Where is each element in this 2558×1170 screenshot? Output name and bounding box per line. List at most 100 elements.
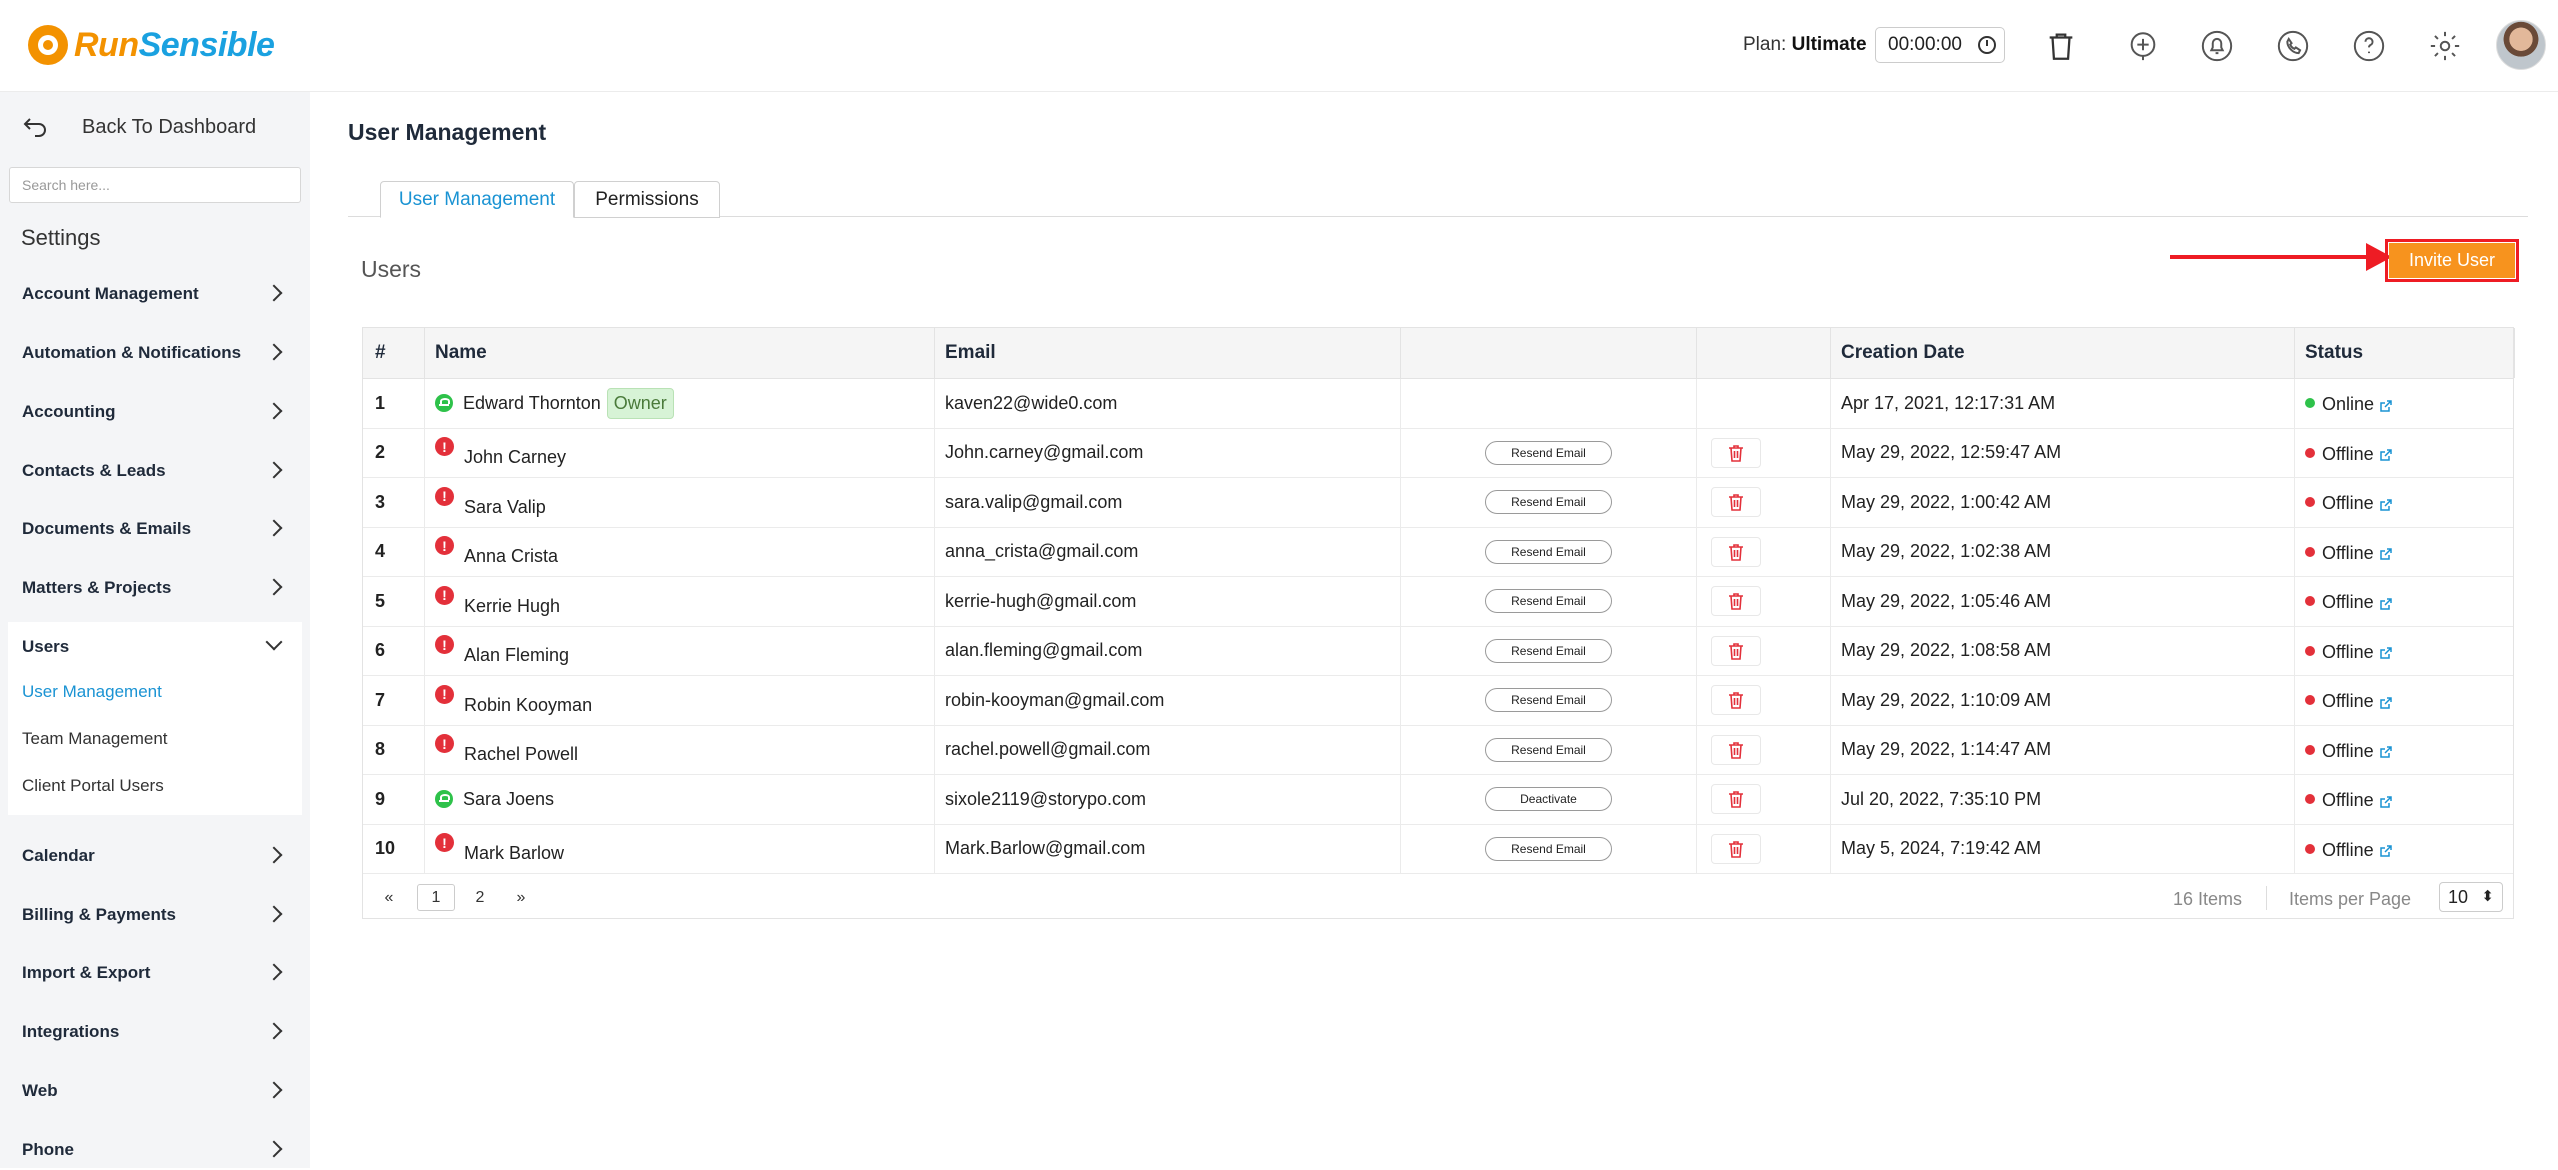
bell-icon[interactable] (2196, 25, 2238, 67)
external-link-icon[interactable] (2379, 547, 2393, 561)
delete-user-button[interactable] (1711, 784, 1761, 815)
sidebar-item-account-management[interactable]: Account Management (0, 274, 310, 314)
user-name[interactable]: Anna Crista (464, 546, 558, 567)
delete-user-button[interactable] (1711, 487, 1761, 518)
tab-permissions[interactable]: Permissions (574, 181, 720, 218)
external-link-icon[interactable] (2379, 399, 2393, 413)
status-cell: Online (2295, 379, 2515, 428)
add-task-icon[interactable] (2122, 25, 2164, 67)
status-cell: Offline (2295, 577, 2515, 626)
column-header-email[interactable]: Email (935, 328, 1401, 378)
user-name-cell: ! Alan Fleming (425, 626, 935, 675)
user-name[interactable]: Sara Joens (463, 789, 554, 810)
external-link-icon[interactable] (2379, 696, 2393, 710)
user-email: rachel.powell@gmail.com (935, 725, 1401, 774)
user-name[interactable]: Edward Thornton (463, 393, 601, 414)
resend-email-button[interactable]: Resend Email (1485, 490, 1612, 515)
chevron-right-icon (265, 519, 283, 537)
sidebar-item-label: Billing & Payments (22, 905, 176, 924)
column-header-number[interactable]: # (363, 328, 425, 378)
delete-cell (1697, 775, 1831, 824)
external-link-icon[interactable] (2379, 498, 2393, 512)
external-link-icon[interactable] (2379, 597, 2393, 611)
runsensible-logo[interactable]: RunSensible (28, 22, 275, 68)
sidebar-item-users[interactable]: Users (0, 627, 310, 667)
external-link-icon[interactable] (2379, 844, 2393, 858)
resend-email-button[interactable]: Resend Email (1485, 539, 1612, 564)
trash-icon[interactable] (2040, 25, 2082, 67)
user-name[interactable]: Mark Barlow (464, 843, 564, 864)
resend-email-button[interactable]: Resend Email (1485, 589, 1612, 614)
sidebar-item-automation[interactable]: Automation & Notifications (0, 333, 310, 373)
sidebar-item-calendar[interactable]: Calendar (0, 836, 310, 876)
user-name[interactable]: Kerrie Hugh (464, 596, 560, 617)
action-cell: Resend Email (1401, 428, 1697, 477)
sidebar-search-input[interactable] (9, 167, 301, 203)
sidebar-item-import-export[interactable]: Import & Export (0, 953, 310, 993)
external-link-icon[interactable] (2379, 646, 2393, 660)
delete-user-button[interactable] (1711, 536, 1761, 567)
back-to-dashboard-link[interactable]: Back To Dashboard (22, 112, 256, 142)
sidebar-item-integrations[interactable]: Integrations (0, 1012, 310, 1052)
external-link-icon[interactable] (2379, 745, 2393, 759)
settings-title: Settings (21, 225, 101, 250)
timer[interactable]: 00:00:00 (1875, 27, 2005, 63)
user-name[interactable]: John Carney (464, 447, 566, 468)
delete-user-button[interactable] (1711, 833, 1761, 864)
delete-user-button[interactable] (1711, 635, 1761, 666)
column-header-status[interactable]: Status (2295, 328, 2515, 378)
user-name[interactable]: Sara Valip (464, 497, 546, 518)
resend-email-button[interactable]: Resend Email (1485, 836, 1612, 861)
delete-cell (1697, 527, 1831, 576)
deactivate-button[interactable]: Deactivate (1485, 787, 1612, 812)
sidebar-item-matters-projects[interactable]: Matters & Projects (0, 568, 310, 608)
delete-user-button[interactable] (1711, 437, 1761, 468)
delete-cell (1697, 676, 1831, 725)
chevron-right-icon (265, 402, 283, 420)
external-link-icon[interactable] (2379, 795, 2393, 809)
stopwatch-icon[interactable] (1978, 36, 1996, 54)
delete-user-button[interactable] (1711, 685, 1761, 716)
help-icon[interactable] (2348, 25, 2390, 67)
items-per-page-select[interactable]: 10 (2439, 882, 2503, 912)
status-cell: Offline (2295, 825, 2515, 874)
column-header-creation-date[interactable]: Creation Date (1831, 328, 2295, 378)
pagination-prev[interactable]: « (377, 884, 401, 911)
resend-email-button[interactable]: Resend Email (1485, 737, 1612, 762)
resend-email-button[interactable]: Resend Email (1485, 688, 1612, 713)
external-link-icon[interactable] (2379, 448, 2393, 462)
user-name-cell: ! Anna Crista (425, 527, 935, 576)
user-name[interactable]: Rachel Powell (464, 744, 578, 765)
row-number: 7 (363, 676, 425, 725)
sidebar-item-billing-payments[interactable]: Billing & Payments (0, 895, 310, 935)
pagination-page-2[interactable]: 2 (465, 884, 495, 911)
invite-user-button[interactable]: Invite User (2389, 243, 2515, 278)
trash-icon (1729, 642, 1743, 660)
unverified-alert-icon: ! (435, 536, 454, 556)
sidebar-subitem-team-management[interactable]: Team Management (22, 729, 168, 749)
phone-icon[interactable] (2272, 25, 2314, 67)
user-name[interactable]: Robin Kooyman (464, 695, 592, 716)
column-header-name[interactable]: Name (425, 328, 935, 378)
sidebar-item-contacts-leads[interactable]: Contacts & Leads (0, 451, 310, 491)
avatar[interactable] (2496, 20, 2546, 70)
action-cell: Resend Email (1401, 676, 1697, 725)
status-text: Offline (2322, 839, 2374, 860)
sidebar-item-accounting[interactable]: Accounting (0, 392, 310, 432)
resend-email-button[interactable]: Resend Email (1485, 638, 1612, 663)
pagination-next[interactable]: » (509, 884, 533, 911)
sidebar-item-phone[interactable]: Phone (0, 1130, 310, 1170)
sidebar-subitem-user-management[interactable]: User Management (22, 682, 162, 702)
resend-email-button[interactable]: Resend Email (1485, 440, 1612, 465)
delete-user-button[interactable] (1711, 734, 1761, 765)
tab-user-management[interactable]: User Management (380, 181, 574, 218)
sidebar-item-web[interactable]: Web (0, 1071, 310, 1111)
users-heading: Users (361, 256, 422, 282)
delete-user-button[interactable] (1711, 586, 1761, 617)
gear-icon[interactable] (2424, 25, 2466, 67)
user-name[interactable]: Alan Fleming (464, 645, 569, 666)
pagination-page-1[interactable]: 1 (417, 884, 455, 911)
sidebar-subitem-client-portal-users[interactable]: Client Portal Users (22, 776, 164, 796)
sidebar-item-documents-emails[interactable]: Documents & Emails (0, 509, 310, 549)
status-dot (2305, 695, 2315, 706)
